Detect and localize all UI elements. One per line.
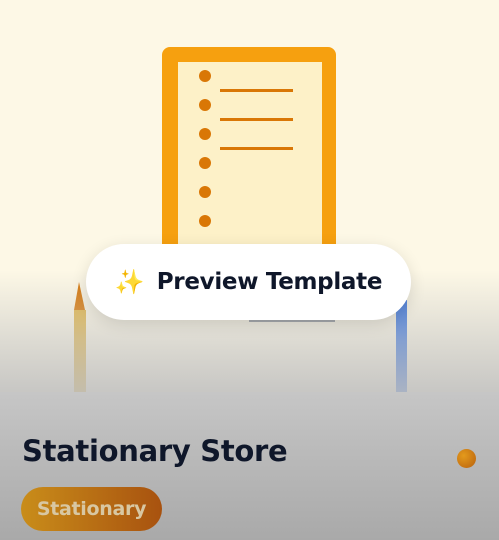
category-badge[interactable]: Stationary	[21, 487, 162, 531]
status-dot	[457, 449, 476, 468]
preview-template-button[interactable]: ✨ Preview Template	[86, 244, 411, 320]
pencil-icon	[74, 282, 86, 392]
sparkles-icon: ✨	[114, 268, 145, 296]
template-title: Stationary Store	[22, 434, 288, 468]
template-card[interactable]: ✨ Preview Template Stationary Store Stat…	[0, 0, 499, 540]
pen-icon	[396, 300, 407, 392]
notebook-icon	[162, 47, 336, 252]
preview-template-label: Preview Template	[156, 269, 383, 295]
category-label: Stationary	[36, 498, 147, 520]
